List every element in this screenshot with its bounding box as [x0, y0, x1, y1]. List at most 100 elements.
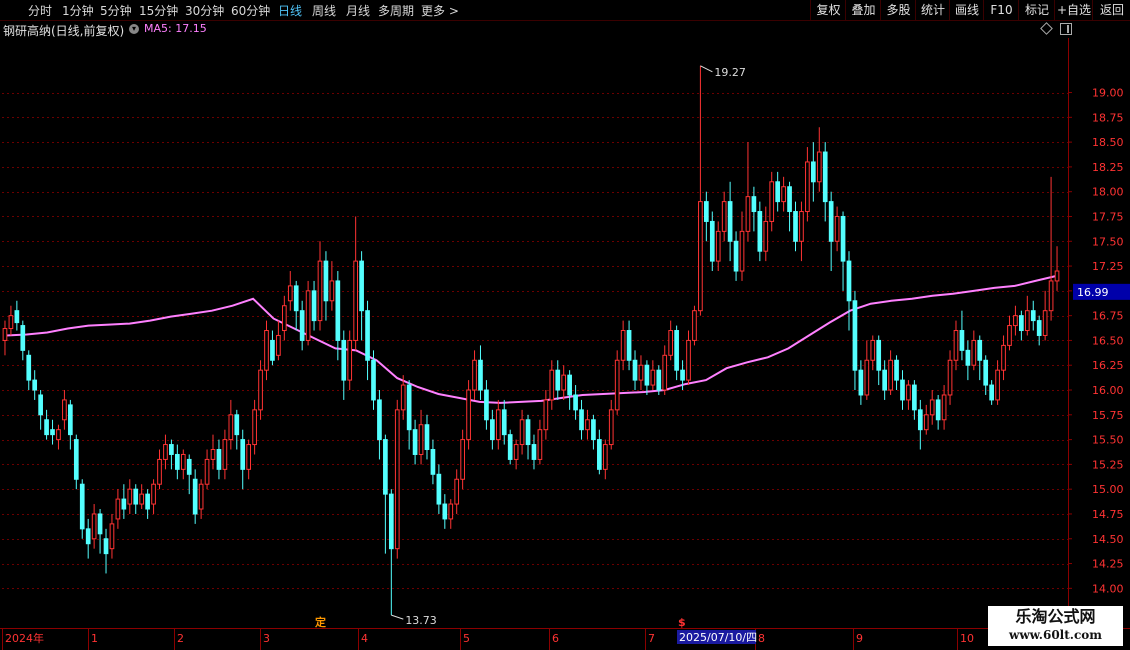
toolbar-button-8[interactable]: 返回 — [1092, 0, 1130, 20]
candle-body — [662, 354, 668, 391]
candle-body — [157, 458, 162, 485]
y-tick-label: 14.00 — [1092, 582, 1124, 595]
period-tab-5[interactable]: 60分钟 — [231, 2, 270, 19]
period-tab-4[interactable]: 30分钟 — [185, 2, 224, 19]
candle-body — [210, 449, 216, 460]
candle-body — [246, 444, 252, 470]
y-tick-label: 15.75 — [1092, 409, 1124, 422]
candle-body — [531, 444, 537, 460]
toolbar-button-2[interactable]: 多股 — [880, 0, 916, 20]
low-pointer — [391, 614, 404, 620]
candle-body — [906, 384, 911, 401]
candle-body — [852, 300, 858, 371]
candle-body — [151, 483, 156, 505]
y-tick-label: 14.25 — [1092, 558, 1124, 571]
candle-body — [793, 211, 798, 242]
candle-body — [941, 394, 947, 421]
candle-body — [287, 285, 293, 302]
ma5-line-layer — [5, 275, 1057, 404]
y-tick-label: 18.00 — [1092, 186, 1124, 199]
candle-body — [1036, 320, 1042, 336]
y-tick-label: 19.00 — [1092, 87, 1124, 100]
event-marker-ding: 定 — [315, 615, 326, 629]
ma5-line — [5, 275, 1057, 404]
candle-body — [109, 523, 115, 550]
candle-body — [163, 444, 168, 460]
candle-body — [828, 201, 834, 242]
toolbar-button-3[interactable]: 统计 — [915, 0, 950, 20]
candle-body — [805, 161, 810, 213]
candle-body — [864, 359, 870, 396]
candle-body — [228, 414, 234, 441]
y-tick-label: 17.50 — [1092, 235, 1124, 248]
period-tab-2[interactable]: 5分钟 — [100, 2, 132, 19]
candle-body — [406, 384, 412, 431]
candle-body — [323, 260, 329, 302]
diamond-icon[interactable] — [1040, 22, 1053, 35]
candle-body — [442, 503, 448, 520]
candle-body — [810, 161, 816, 183]
period-tab-6[interactable]: 日线 — [278, 2, 302, 19]
candle-body — [608, 409, 614, 446]
candle-body — [513, 444, 519, 460]
toolbar-button-4[interactable]: 画线 — [949, 0, 984, 20]
candle-body — [894, 359, 899, 381]
indicator-settings-icon[interactable]: ▾ — [129, 24, 139, 34]
candle-body — [317, 260, 323, 322]
candle-body — [638, 364, 644, 381]
x-tick-label: 1 — [91, 632, 98, 645]
panel-toggle-icon[interactable] — [1060, 23, 1072, 35]
y-tick-label: 18.25 — [1092, 161, 1124, 174]
candle-body — [359, 260, 364, 312]
x-tick-label: 4 — [361, 632, 368, 645]
period-tab-0[interactable]: 分时 — [28, 2, 52, 19]
candle-body — [769, 181, 775, 222]
period-tab-8[interactable]: 月线 — [346, 2, 370, 19]
x-tick-label: 7 — [648, 632, 655, 645]
candle-body — [490, 419, 495, 441]
high-pointer — [700, 65, 713, 73]
candle-body — [816, 151, 822, 183]
candle-body — [644, 364, 650, 386]
candle-body — [888, 359, 893, 391]
candle-body — [668, 330, 674, 356]
low-value-label: 13.73 — [405, 614, 437, 627]
candle-body — [995, 369, 1000, 401]
y-tick-label: 16.50 — [1092, 334, 1124, 347]
toolbar-button-1[interactable]: 叠加 — [845, 0, 881, 20]
candle-body — [305, 290, 311, 341]
candle-body — [276, 334, 281, 356]
candle-body — [983, 359, 989, 386]
candlestick-series — [2, 65, 1060, 616]
candle-body — [549, 369, 555, 401]
candle-body — [62, 399, 67, 421]
candle-body — [79, 483, 85, 530]
candle-body — [1013, 315, 1018, 327]
candle-body — [579, 409, 584, 431]
toolbar-button-0[interactable]: 复权 — [810, 0, 846, 20]
candle-body — [133, 488, 139, 505]
candle-body — [1001, 344, 1006, 371]
period-tab-1[interactable]: 1分钟 — [62, 2, 94, 19]
candle-body — [834, 215, 840, 242]
period-tab-3[interactable]: 15分钟 — [139, 2, 178, 19]
candle-body — [204, 458, 210, 485]
candle-body — [26, 354, 32, 381]
toolbar-button-7[interactable]: +自选 — [1054, 0, 1093, 20]
period-tab-9[interactable]: 多周期 — [378, 2, 414, 19]
candle-body — [947, 359, 953, 396]
period-toolbar: 分时 1分钟 5分钟 15分钟 30分钟 60分钟 日线 周线 月线 多周期 更多 > 复权 叠加 多股统… — [0, 0, 1130, 21]
candle-body — [127, 488, 133, 505]
toolbar-button-5[interactable]: F10 — [983, 0, 1019, 20]
toolbar-button-6[interactable]: 标记 — [1018, 0, 1055, 20]
candle-body — [97, 513, 103, 535]
chart-info-bar: 钢研高纳(日线,前复权) ▾ MA5: 17.15 — [0, 20, 1130, 38]
candle-body — [68, 404, 73, 436]
candle-body — [448, 503, 454, 520]
candle-body — [383, 439, 388, 495]
candle-body — [394, 409, 400, 550]
period-tab-10[interactable]: 更多 > — [421, 2, 459, 19]
kline-chart[interactable]: 14.00 14.25 14.50 14.75 15.00 15.25 15.50 15.75… — [0, 0, 1130, 650]
period-tab-7[interactable]: 周线 — [312, 2, 336, 19]
candle-body — [484, 389, 489, 421]
